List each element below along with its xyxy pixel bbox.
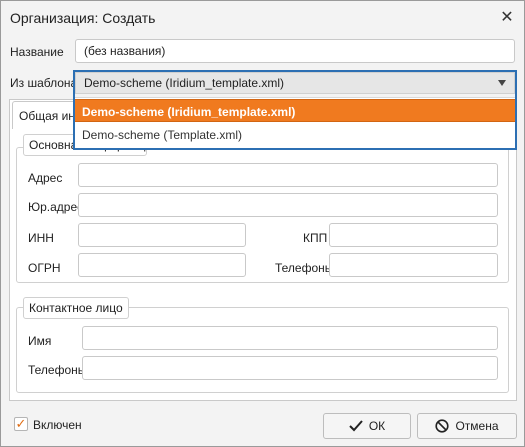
template-select[interactable]: Demo-scheme (Iridium_template.xml) <box>75 72 515 94</box>
legal-address-input[interactable] <box>78 193 498 217</box>
title-bar[interactable]: Организация: Создать ✕ <box>1 1 524 35</box>
contact-phones-label: Телефоны <box>28 363 87 377</box>
template-option-template[interactable]: Demo-scheme (Template.xml) <box>75 123 515 146</box>
ogrn-label: ОГРН <box>28 261 61 275</box>
contact-phones-input[interactable] <box>82 356 498 380</box>
inn-input[interactable] <box>78 223 246 247</box>
template-option-iridium[interactable]: Demo-scheme (Iridium_template.xml) <box>75 99 515 122</box>
contact-name-label: Имя <box>28 334 52 348</box>
enabled-label: Включен <box>33 418 82 432</box>
inn-label: ИНН <box>28 231 54 245</box>
phones-label: Телефоны <box>275 261 334 275</box>
check-icon <box>349 420 363 432</box>
cancel-button[interactable]: Отмена <box>417 413 517 439</box>
no-entry-icon <box>435 419 450 433</box>
template-label: Из шаблона <box>10 76 78 90</box>
contact-legend: Контактное лицо <box>23 297 129 319</box>
legal-address-label: Юр.адрес <box>28 200 84 214</box>
ok-button-label: ОК <box>368 419 386 433</box>
ok-button[interactable]: ОК <box>323 413 411 439</box>
address-input[interactable] <box>78 163 498 187</box>
phones-input[interactable] <box>329 253 498 277</box>
template-select-value: Demo-scheme (Iridium_template.xml) <box>84 76 285 90</box>
contact-name-input[interactable] <box>82 326 498 350</box>
chevron-down-icon[interactable] <box>498 80 506 86</box>
name-input[interactable]: (без названия) <box>75 39 515 63</box>
check-icon: ✓ <box>15 416 27 431</box>
dialog-title: Организация: Создать <box>10 10 156 26</box>
close-icon[interactable]: ✕ <box>498 9 516 27</box>
cancel-button-label: Отмена <box>455 419 499 433</box>
kpp-label: КПП <box>303 231 328 245</box>
ogrn-input[interactable] <box>78 253 246 277</box>
address-label: Адрес <box>28 171 63 185</box>
dialog-window: Организация: Создать ✕ Название (без наз… <box>0 0 525 447</box>
enabled-checkbox[interactable]: ✓ <box>14 417 28 431</box>
tab-general-info[interactable]: Общая информация <box>12 101 76 129</box>
template-dropdown-list: Demo-scheme (Iridium_template.xml) Demo-… <box>75 97 515 148</box>
name-label: Название <box>10 45 64 59</box>
contact-fieldset <box>16 307 509 393</box>
kpp-input[interactable] <box>329 223 498 247</box>
